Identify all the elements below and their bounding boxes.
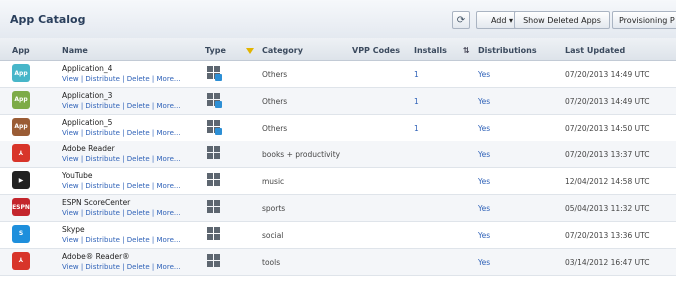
col-type[interactable]: Type bbox=[205, 46, 226, 55]
app-name: Application_5 bbox=[62, 117, 113, 127]
app-name: ESPN ScoreCenter bbox=[62, 198, 131, 207]
app-distributions[interactable]: Yes bbox=[478, 231, 490, 240]
app-distributions[interactable]: Yes bbox=[478, 124, 490, 133]
app-actions[interactable]: View | Distribute | Delete | More... bbox=[62, 209, 181, 217]
app-icon[interactable]: App bbox=[12, 90, 30, 109]
windows-icon bbox=[207, 119, 222, 135]
table-row[interactable]: ⅄ Adobe® Reader® View | Distribute | Delet… bbox=[0, 248, 676, 276]
col-distributions[interactable]: Distributions bbox=[478, 46, 537, 55]
table-row[interactable]: App Application_4 View | Distribute | Dele… bbox=[0, 61, 676, 88]
windows-icon bbox=[207, 253, 220, 267]
app-actions[interactable]: View | Distribute | Delete | More... bbox=[62, 129, 181, 137]
app-actions[interactable]: View | Distribute | Delete | More... bbox=[62, 75, 181, 83]
windows-icon bbox=[207, 200, 220, 213]
app-actions[interactable]: View | Distribute | Delete | More... bbox=[62, 102, 181, 110]
windows-icon bbox=[207, 226, 220, 240]
app-category: Others bbox=[262, 123, 288, 133]
app-installs[interactable]: 1 bbox=[414, 70, 419, 79]
table-header: App Name Type Category VPP Codes Install… bbox=[0, 38, 676, 61]
app-name: Application_3 bbox=[62, 90, 113, 100]
app-name: Adobe® Reader® bbox=[62, 251, 130, 261]
app-last-updated: 03/14/2012 16:47 UTC bbox=[565, 257, 650, 267]
app-name: YouTube bbox=[62, 171, 93, 181]
windows-icon bbox=[207, 146, 220, 160]
windows-icon bbox=[207, 173, 220, 187]
toolbar: App Catalog ⟳ Add ▾ Show Deleted Apps Pr… bbox=[0, 0, 676, 39]
app-installs[interactable]: 1 bbox=[414, 97, 419, 106]
app-last-updated: 07/20/2013 13:36 UTC bbox=[565, 230, 650, 240]
refresh-button[interactable]: ⟳ bbox=[452, 11, 470, 29]
col-category[interactable]: Category bbox=[262, 46, 303, 55]
col-name[interactable]: Name bbox=[62, 46, 88, 55]
col-installs[interactable]: Installs bbox=[414, 46, 447, 55]
youtube-icon[interactable]: ▶ bbox=[12, 171, 30, 190]
app-category: books + productivity bbox=[262, 150, 341, 160]
app-actions[interactable]: View | Distribute | Delete | More... bbox=[62, 263, 181, 271]
windows-icon bbox=[207, 66, 222, 81]
page-title: App Catalog bbox=[10, 13, 86, 26]
skype-icon[interactable]: S bbox=[12, 224, 30, 243]
app-actions[interactable]: View | Distribute | Delete | More... bbox=[62, 182, 181, 190]
adobe-reader-icon[interactable]: ⅄ bbox=[12, 144, 30, 163]
app-last-updated: 07/20/2013 14:49 UTC bbox=[565, 70, 650, 79]
app-category: Others bbox=[262, 96, 288, 106]
table-row[interactable]: S Skype View | Distribute | Delete | More.… bbox=[0, 222, 676, 249]
app-icon[interactable]: App bbox=[12, 117, 30, 136]
app-category: music bbox=[262, 177, 285, 187]
table-row[interactable]: App Application_3 View | Distribute | Dele… bbox=[0, 87, 676, 115]
table-row[interactable]: ▶ YouTube View | Distribute | Delete | Mor… bbox=[0, 168, 676, 196]
app-category: social bbox=[262, 230, 284, 240]
provisioning-button[interactable]: Provisioning P bbox=[612, 11, 676, 29]
app-category: tools bbox=[262, 257, 281, 267]
col-vpp-codes[interactable]: VPP Codes bbox=[352, 46, 400, 55]
app-last-updated: 07/20/2013 13:37 UTC bbox=[565, 150, 650, 160]
app-distributions[interactable]: Yes bbox=[478, 258, 490, 267]
app-distributions[interactable]: Yes bbox=[478, 177, 490, 186]
app-category: Others bbox=[262, 70, 288, 79]
table-row[interactable]: ESPN ESPN ScoreCenter View | Distribute | … bbox=[0, 195, 676, 222]
table-row[interactable]: ⅄ Adobe Reader View | Distribute | Delete … bbox=[0, 141, 676, 169]
app-last-updated: 07/20/2013 14:49 UTC bbox=[565, 96, 650, 106]
app-name: Adobe Reader bbox=[62, 144, 115, 154]
app-name: Skype bbox=[62, 224, 85, 234]
app-distributions[interactable]: Yes bbox=[478, 204, 490, 213]
col-app[interactable]: App bbox=[12, 46, 30, 55]
adobe-reader-icon[interactable]: ⅄ bbox=[12, 251, 30, 270]
app-name: Application_4 bbox=[62, 64, 113, 73]
sort-icon[interactable]: ⇅ bbox=[463, 46, 470, 55]
refresh-icon: ⟳ bbox=[456, 14, 466, 26]
app-last-updated: 12/04/2012 14:58 UTC bbox=[565, 177, 650, 187]
espn-icon[interactable]: ESPN bbox=[12, 198, 30, 216]
table-row[interactable]: App Application_5 View | Distribute | Dele… bbox=[0, 115, 676, 142]
col-last-updated[interactable]: Last Updated bbox=[565, 46, 625, 55]
app-last-updated: 05/04/2013 11:32 UTC bbox=[565, 204, 650, 213]
app-actions[interactable]: View | Distribute | Delete | More... bbox=[62, 155, 181, 163]
app-installs[interactable]: 1 bbox=[414, 124, 419, 133]
app-distributions[interactable]: Yes bbox=[478, 97, 490, 106]
app-last-updated: 07/20/2013 14:50 UTC bbox=[565, 123, 650, 133]
show-deleted-apps-button[interactable]: Show Deleted Apps bbox=[514, 11, 610, 29]
filter-icon[interactable] bbox=[246, 48, 254, 54]
app-actions[interactable]: View | Distribute | Delete | More... bbox=[62, 236, 181, 244]
app-icon[interactable]: App bbox=[12, 64, 30, 82]
windows-icon bbox=[207, 92, 222, 108]
app-category: sports bbox=[262, 204, 286, 213]
app-distributions[interactable]: Yes bbox=[478, 70, 490, 79]
app-distributions[interactable]: Yes bbox=[478, 150, 490, 159]
